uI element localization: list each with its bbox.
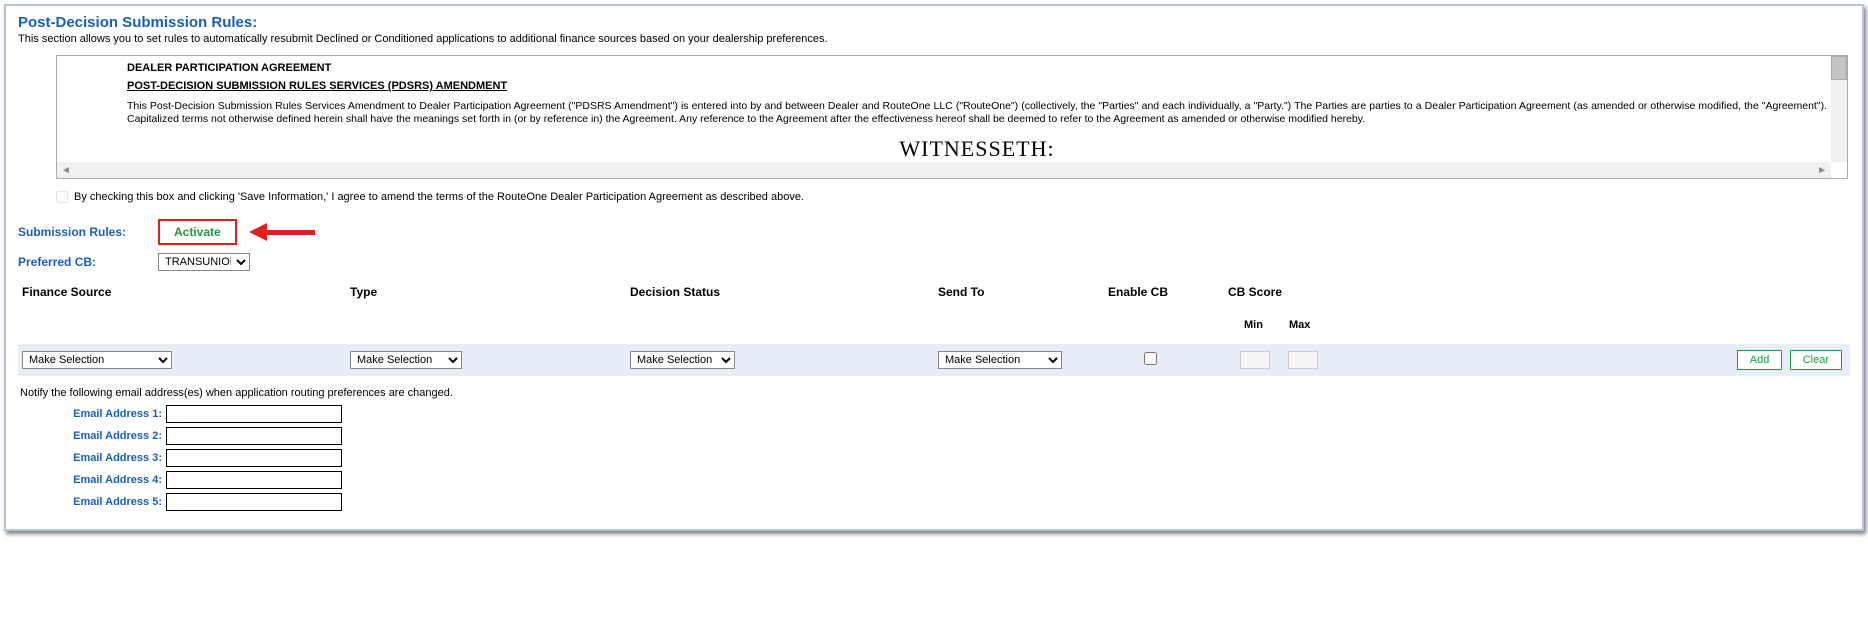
consent-text: By checking this box and clicking 'Save … bbox=[74, 191, 804, 203]
agreement-vscroll-thumb[interactable] bbox=[1831, 56, 1847, 80]
rules-table-header: Finance Source Type Decision Status Send… bbox=[18, 281, 1850, 343]
col-enable-cb: Enable CB bbox=[1108, 285, 1228, 299]
email-row-4: Email Address 4: bbox=[66, 471, 1850, 489]
col-cb-score: CB Score Min Max bbox=[1228, 285, 1408, 331]
send-to-select[interactable]: Make Selection bbox=[938, 351, 1062, 369]
highlight-arrow-icon bbox=[249, 223, 315, 241]
submission-rules-label: Submission Rules: bbox=[18, 225, 158, 239]
email-row-2: Email Address 2: bbox=[66, 427, 1850, 445]
hscroll-right-icon[interactable]: ► bbox=[1817, 165, 1827, 176]
col-finance-source: Finance Source bbox=[20, 285, 350, 299]
email-label-2: Email Address 2: bbox=[66, 430, 162, 442]
agreement-heading-2: POST-DECISION SUBMISSION RULES SERVICES … bbox=[127, 80, 1827, 92]
email-input-3[interactable] bbox=[166, 449, 342, 467]
email-label-4: Email Address 4: bbox=[66, 474, 162, 486]
email-input-5[interactable] bbox=[166, 493, 342, 511]
email-label-1: Email Address 1: bbox=[66, 408, 162, 420]
agreement-vscrollbar[interactable] bbox=[1831, 56, 1847, 162]
post-decision-panel: Post-Decision Submission Rules: This sec… bbox=[4, 4, 1864, 531]
add-button[interactable]: Add bbox=[1737, 350, 1783, 370]
email-label-3: Email Address 3: bbox=[66, 452, 162, 464]
email-input-2[interactable] bbox=[166, 427, 342, 445]
rules-table: Finance Source Type Decision Status Send… bbox=[18, 281, 1850, 377]
email-input-4[interactable] bbox=[166, 471, 342, 489]
hscroll-left-icon[interactable]: ◄ bbox=[61, 165, 71, 176]
col-send-to: Send To bbox=[938, 285, 1108, 299]
col-decision-status: Decision Status bbox=[630, 285, 938, 299]
cb-max-input[interactable] bbox=[1288, 351, 1318, 369]
agreement-hscrollbar[interactable]: ◄ ► bbox=[57, 162, 1831, 178]
email-input-1[interactable] bbox=[166, 405, 342, 423]
clear-button[interactable]: Clear bbox=[1790, 350, 1842, 370]
consent-checkbox[interactable] bbox=[56, 191, 68, 203]
agreement-paragraph: This Post-Decision Submission Rules Serv… bbox=[127, 100, 1827, 126]
agreement-heading-1: DEALER PARTICIPATION AGREEMENT bbox=[127, 62, 1827, 74]
email-row-1: Email Address 1: bbox=[66, 405, 1850, 423]
email-list: Email Address 1: Email Address 2: Email … bbox=[66, 405, 1850, 511]
col-type: Type bbox=[350, 285, 630, 299]
agreement-panel: DEALER PARTICIPATION AGREEMENT POST-DECI… bbox=[56, 55, 1848, 179]
rules-table-row: Make Selection Make Selection Make Selec… bbox=[18, 343, 1850, 377]
col-cb-min: Min bbox=[1244, 319, 1263, 331]
decision-status-select[interactable]: Make Selection bbox=[630, 351, 735, 369]
agreement-content: DEALER PARTICIPATION AGREEMENT POST-DECI… bbox=[127, 62, 1827, 162]
email-label-5: Email Address 5: bbox=[66, 496, 162, 508]
consent-row: By checking this box and clicking 'Save … bbox=[56, 191, 1850, 203]
email-row-3: Email Address 3: bbox=[66, 449, 1850, 467]
col-cb-max: Max bbox=[1289, 319, 1310, 331]
agreement-witnesseth: WITNESSETH: bbox=[127, 136, 1827, 162]
email-row-5: Email Address 5: bbox=[66, 493, 1850, 511]
section-description: This section allows you to set rules to … bbox=[18, 33, 1850, 45]
section-title: Post-Decision Submission Rules: bbox=[18, 14, 1850, 31]
enable-cb-checkbox[interactable] bbox=[1144, 352, 1157, 365]
activate-button[interactable]: Activate bbox=[158, 219, 237, 245]
finance-source-select[interactable]: Make Selection bbox=[22, 351, 172, 369]
preferred-cb-label: Preferred CB: bbox=[18, 255, 158, 269]
preferred-cb-select[interactable]: TRANSUNION bbox=[158, 253, 250, 271]
type-select[interactable]: Make Selection bbox=[350, 351, 462, 369]
cb-min-input[interactable] bbox=[1240, 351, 1270, 369]
notify-text: Notify the following email address(es) w… bbox=[20, 387, 1850, 399]
